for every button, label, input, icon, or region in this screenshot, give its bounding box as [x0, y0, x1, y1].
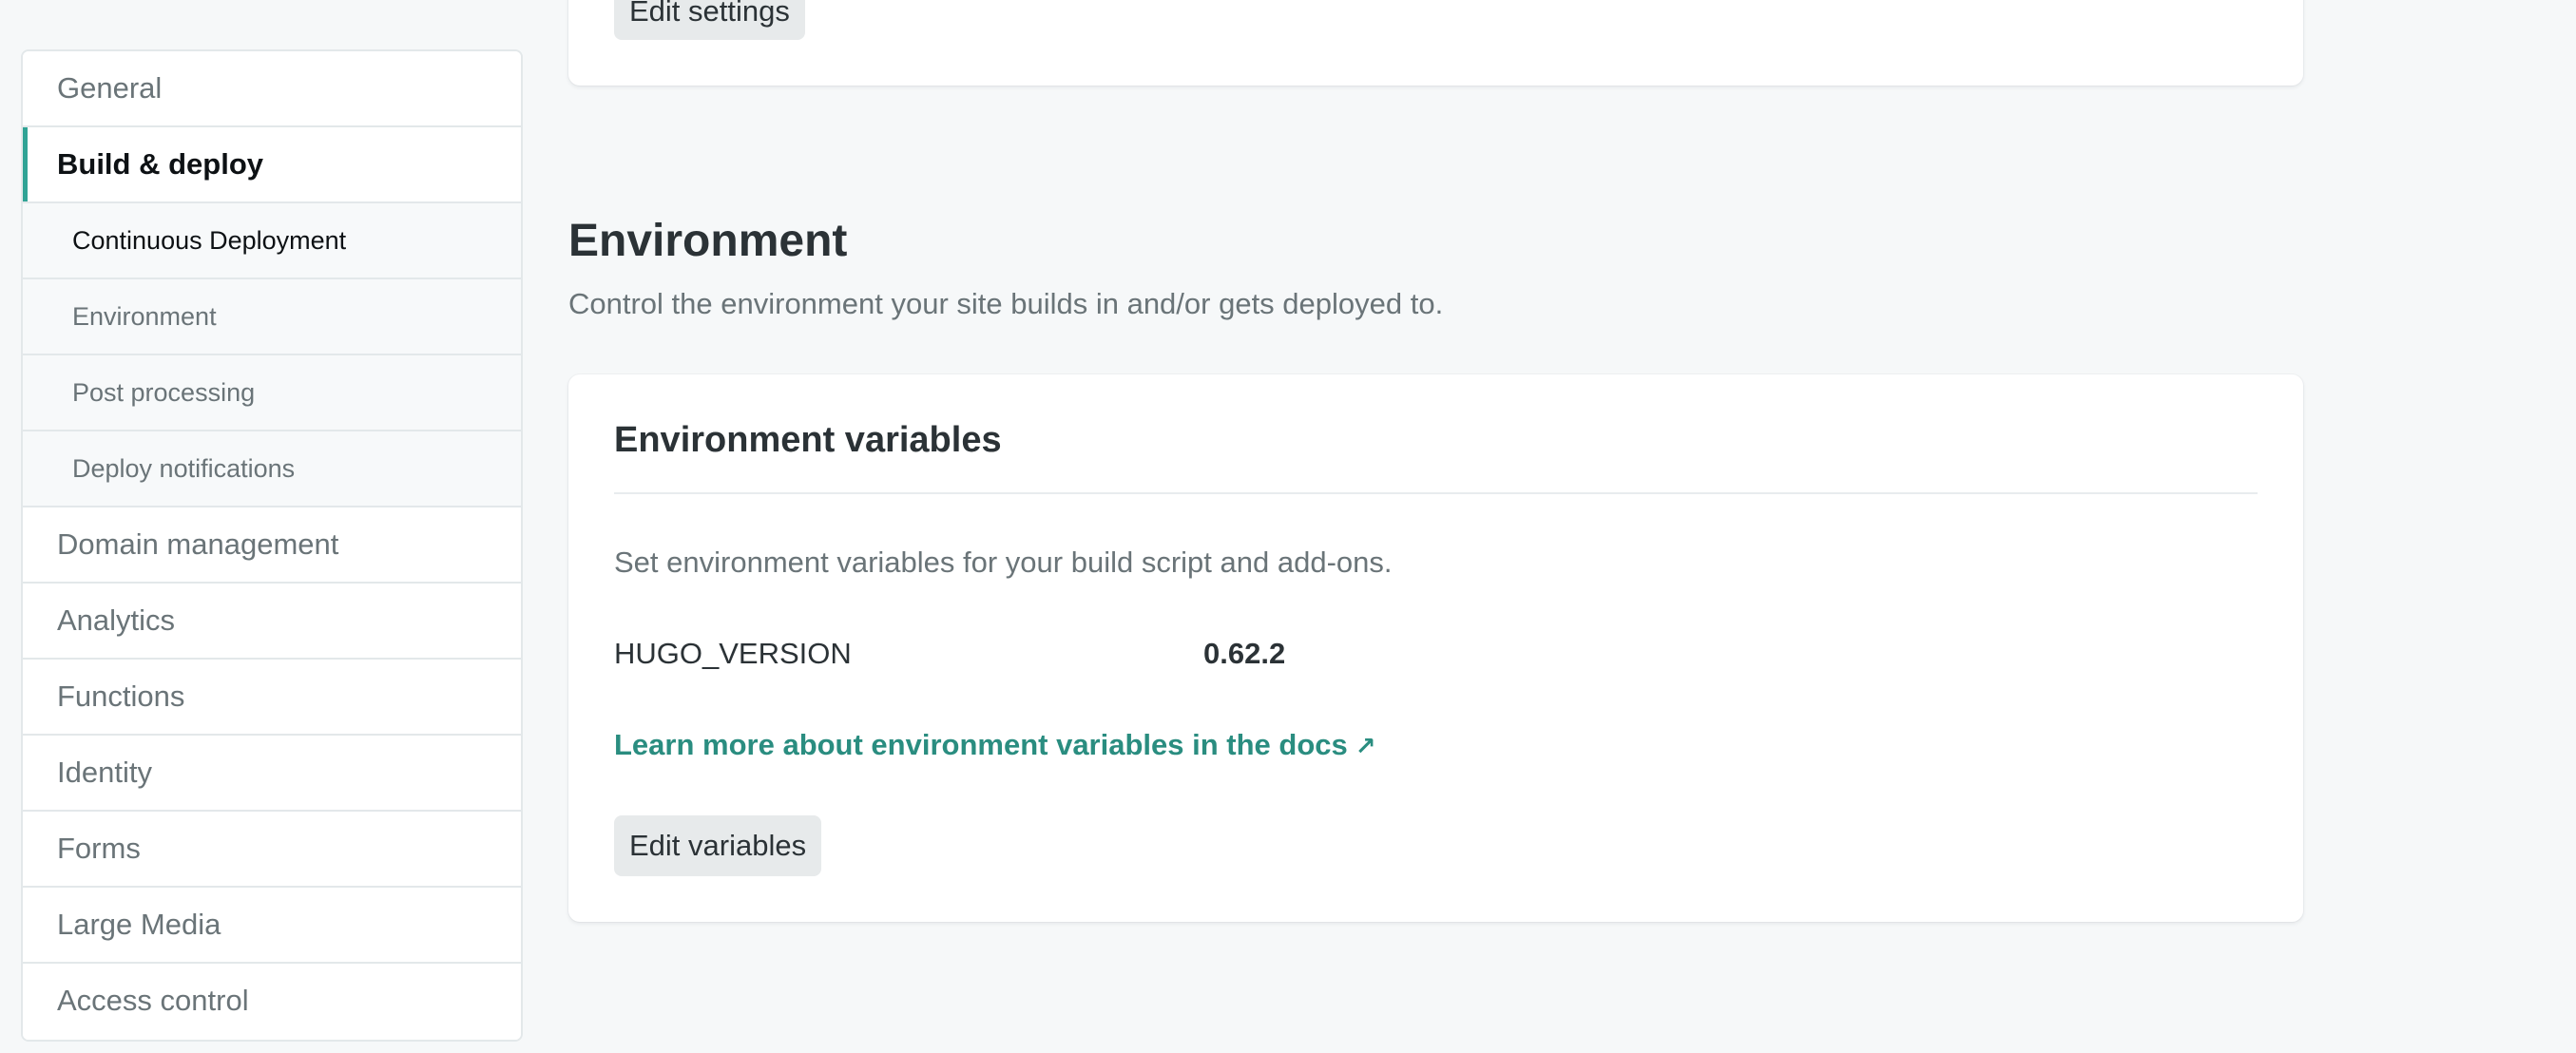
sidebar-item-identity[interactable]: Identity: [23, 736, 521, 812]
docs-link[interactable]: Learn more about environment variables i…: [614, 728, 1376, 762]
env-variable-value: 0.62.2: [1203, 637, 1286, 670]
sidebar-item-general[interactable]: General: [23, 51, 521, 127]
sidebar-subitem-environment[interactable]: Environment: [23, 279, 521, 355]
card-divider: [614, 492, 2258, 494]
sidebar-subitem-deploy-notifications[interactable]: Deploy notifications: [23, 431, 521, 507]
sidebar-item-functions[interactable]: Functions: [23, 660, 521, 736]
sidebar-item-analytics[interactable]: Analytics: [23, 584, 521, 660]
section-description: Control the environment your site builds…: [568, 287, 1444, 320]
settings-page: General Build & deploy Continuous Deploy…: [0, 0, 2576, 1053]
environment-variables-card: Environment variables Set environment va…: [568, 374, 2303, 922]
settings-sidebar: General Build & deploy Continuous Deploy…: [21, 49, 523, 1042]
sidebar-subitem-post-processing[interactable]: Post processing: [23, 355, 521, 431]
external-link-arrow-icon: ↗: [1355, 732, 1376, 760]
sidebar-item-build-deploy[interactable]: Build & deploy: [23, 127, 521, 203]
edit-variables-button[interactable]: Edit variables: [614, 815, 822, 876]
sidebar-item-large-media[interactable]: Large Media: [23, 888, 521, 964]
sidebar-item-forms[interactable]: Forms: [23, 812, 521, 888]
card-description: Set environment variables for your build…: [614, 546, 1393, 579]
env-variable-key: HUGO_VERSION: [614, 637, 852, 670]
sidebar-item-domain-management[interactable]: Domain management: [23, 507, 521, 584]
sidebar-item-access-control[interactable]: Access control: [23, 964, 521, 1040]
edit-settings-button[interactable]: Edit settings: [614, 0, 805, 40]
build-settings-card: Edit settings: [568, 0, 2303, 86]
section-title: Environment: [568, 216, 848, 266]
docs-link-label: Learn more about environment variables i…: [614, 728, 1348, 761]
sidebar-subitem-continuous-deployment[interactable]: Continuous Deployment: [23, 203, 521, 279]
card-title: Environment variables: [614, 420, 1002, 460]
